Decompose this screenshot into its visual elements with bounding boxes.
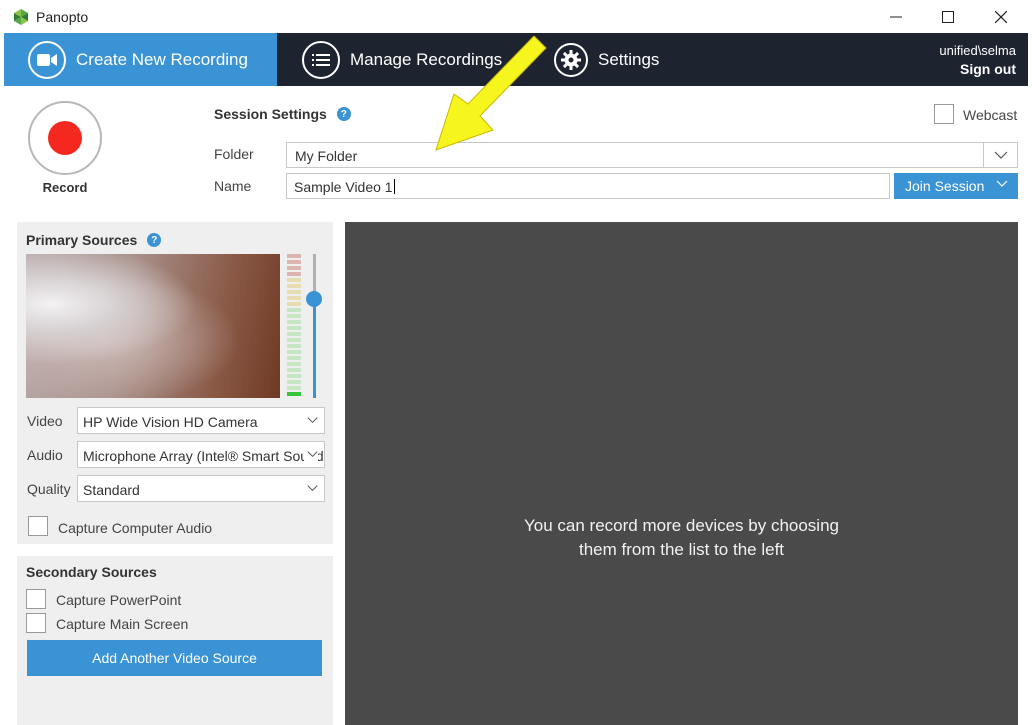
message-line-2: them from the list to the left	[578, 540, 785, 559]
video-label: Video	[27, 413, 63, 429]
session-name-input[interactable]: Sample Video 1	[286, 173, 890, 199]
meter-segment	[287, 338, 301, 342]
maximize-icon	[942, 11, 954, 23]
folder-select[interactable]: My Folder	[286, 142, 1018, 168]
meter-segment	[287, 260, 301, 264]
meter-segment	[287, 308, 301, 312]
primary-sources-title: Primary Sources	[26, 232, 138, 248]
text-cursor	[393, 179, 395, 194]
app-title: Panopto	[36, 9, 89, 25]
user-area: unified\selma Sign out	[939, 41, 1016, 79]
meter-segment	[287, 302, 301, 306]
add-video-source-label: Add Another Video Source	[92, 650, 257, 666]
webcast-checkbox[interactable]	[934, 104, 954, 124]
meter-segment	[287, 356, 301, 360]
meter-segment	[287, 296, 301, 300]
capture-powerpoint-checkbox[interactable]	[26, 589, 46, 609]
quality-label: Quality	[27, 481, 71, 497]
close-icon	[995, 11, 1007, 23]
join-session-label: Join Session	[905, 178, 985, 194]
panopto-logo-icon	[14, 9, 28, 25]
session-settings-heading: Session Settings ?	[214, 106, 351, 122]
maximize-button[interactable]	[925, 4, 971, 30]
secondary-sources-title: Secondary Sources	[26, 564, 157, 580]
capture-computer-audio-checkbox[interactable]	[28, 516, 48, 536]
list-icon	[302, 40, 340, 79]
chevron-down-icon	[304, 481, 318, 495]
meter-segment	[287, 368, 301, 372]
message-line-1: You can record more devices by choosing	[524, 516, 839, 535]
secondary-preview-area: You can record more devices by choosing …	[345, 222, 1018, 725]
meter-segment	[287, 320, 301, 324]
audio-label: Audio	[27, 447, 63, 463]
meter-segment	[287, 392, 301, 396]
help-icon[interactable]: ?	[336, 107, 351, 121]
camera-preview	[26, 254, 280, 398]
record-label: Record	[42, 180, 88, 195]
meter-segment	[287, 278, 301, 282]
capture-main-screen-checkbox[interactable]	[26, 613, 46, 633]
meter-segment	[287, 266, 301, 270]
meter-segment	[287, 350, 301, 354]
tab-settings[interactable]: Settings	[552, 33, 702, 86]
primary-sources-heading: Primary Sources ?	[26, 232, 162, 248]
chevron-down-icon	[304, 447, 318, 461]
volume-slider-handle[interactable]	[306, 290, 322, 307]
quality-value: Standard	[83, 482, 140, 498]
meter-segment	[287, 326, 301, 330]
webcast-label: Webcast	[963, 107, 1018, 123]
join-session-button[interactable]: Join Session	[894, 173, 1018, 199]
meter-segment	[287, 344, 301, 348]
video-device-value: HP Wide Vision HD Camera	[83, 414, 258, 430]
audio-device-value: Microphone Array (Intel® Smart Sound	[83, 448, 324, 464]
quality-select[interactable]: Standard	[77, 475, 325, 502]
capture-powerpoint-label: Capture PowerPoint	[56, 592, 182, 608]
sign-out-link[interactable]: Sign out	[939, 60, 1016, 79]
meter-segment	[287, 254, 301, 258]
audio-level-meter	[287, 254, 301, 398]
chevron-down-icon	[304, 413, 318, 427]
meter-segment	[287, 386, 301, 390]
meter-segment	[287, 380, 301, 384]
meter-segment	[287, 314, 301, 318]
folder-value: My Folder	[295, 148, 358, 164]
minimize-icon	[890, 16, 902, 18]
tab-label: Create New Recording	[76, 49, 248, 69]
help-icon[interactable]: ?	[147, 233, 162, 247]
meter-segment	[287, 272, 301, 276]
tab-create-new-recording[interactable]: Create New Recording	[4, 33, 277, 86]
meter-segment	[287, 284, 301, 288]
meter-segment	[287, 332, 301, 336]
meter-segment	[287, 290, 301, 294]
meter-segment	[287, 362, 301, 366]
session-name-value: Sample Video 1	[294, 179, 393, 195]
chevron-down-icon[interactable]	[983, 143, 1017, 167]
minimize-button[interactable]	[873, 4, 919, 30]
username: unified\selma	[939, 43, 1016, 58]
record-button[interactable]	[28, 101, 102, 175]
meter-segment	[287, 374, 301, 378]
name-label: Name	[214, 178, 252, 194]
volume-slider-fill	[313, 298, 316, 398]
record-icon	[48, 121, 82, 155]
folder-label: Folder	[214, 146, 254, 162]
add-video-source-button[interactable]: Add Another Video Source	[27, 640, 322, 676]
video-camera-icon	[28, 40, 66, 79]
empty-state-message: You can record more devices by choosing …	[345, 514, 1018, 562]
title-bar: Panopto	[0, 0, 1032, 33]
tab-label: Settings	[598, 49, 660, 69]
annotation-arrow-icon	[435, 36, 547, 151]
capture-computer-audio-label: Capture Computer Audio	[58, 520, 213, 536]
session-settings-title: Session Settings	[214, 106, 327, 122]
chevron-down-icon	[996, 180, 1008, 187]
capture-main-screen-label: Capture Main Screen	[56, 616, 189, 632]
video-device-select[interactable]: HP Wide Vision HD Camera	[77, 407, 325, 434]
audio-device-select[interactable]: Microphone Array (Intel® Smart Sound	[77, 441, 325, 468]
close-button[interactable]	[978, 4, 1024, 30]
